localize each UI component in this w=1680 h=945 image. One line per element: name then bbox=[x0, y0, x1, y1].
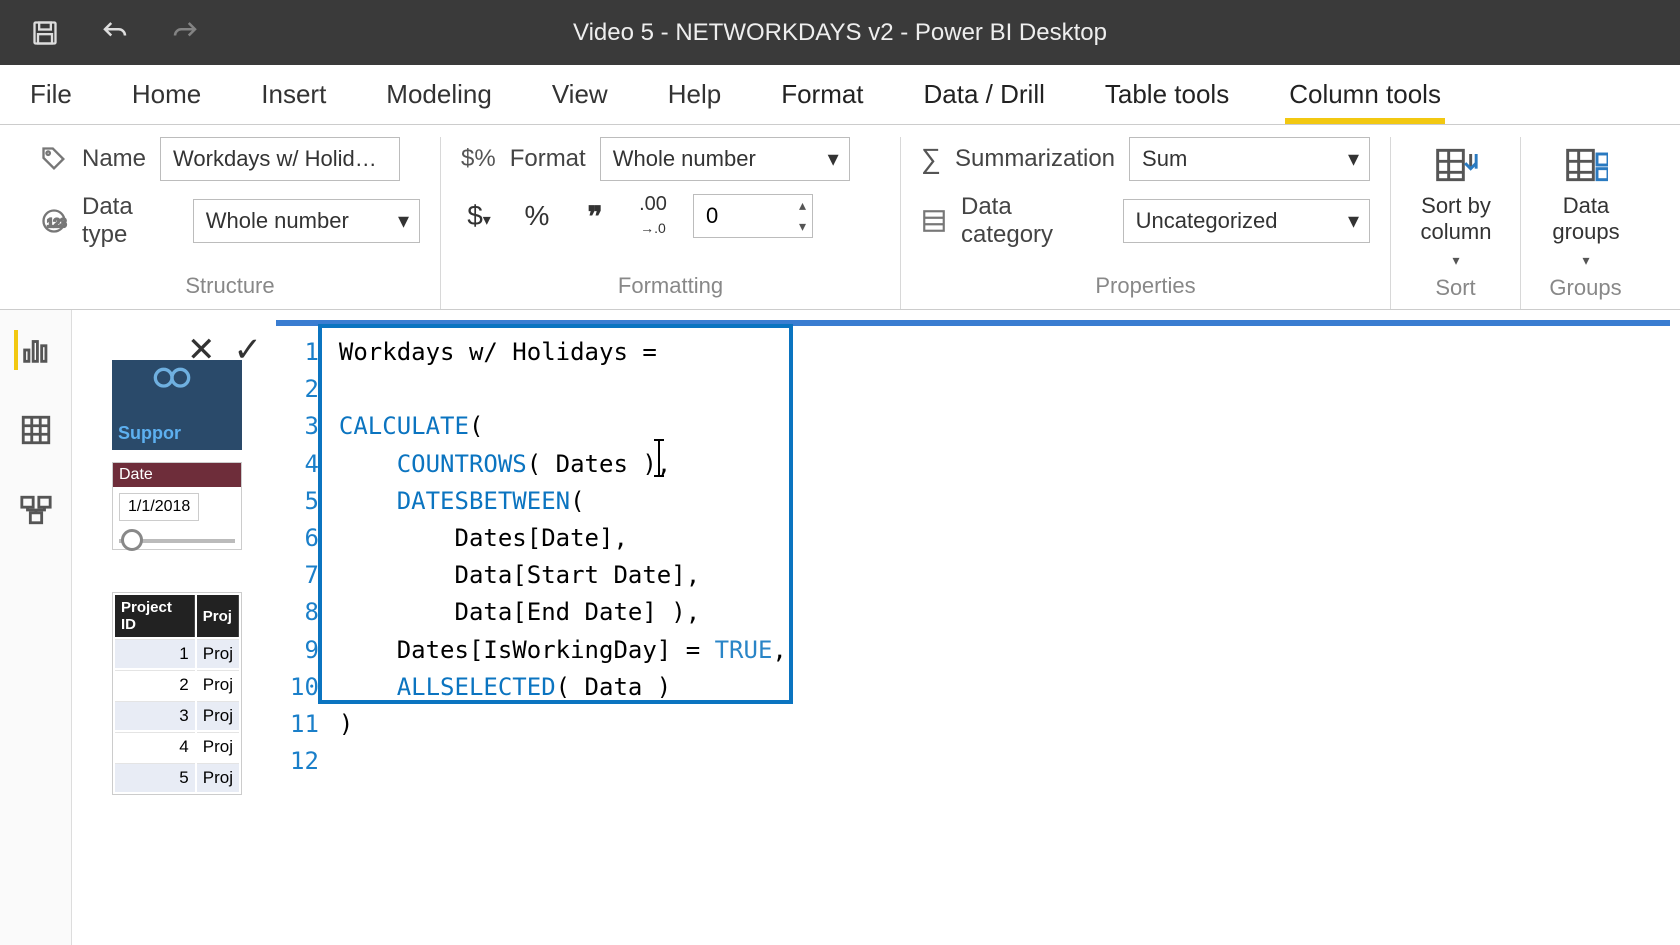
menu-view[interactable]: View bbox=[552, 79, 608, 110]
currency-button[interactable]: $▾ bbox=[461, 200, 497, 232]
table-row[interactable]: 1Proj bbox=[115, 639, 239, 668]
summarization-select[interactable]: Sum ▾ bbox=[1129, 137, 1370, 181]
menu-insert[interactable]: Insert bbox=[261, 79, 326, 110]
slicer-header: Date bbox=[113, 463, 241, 487]
data-type-select[interactable]: Whole number ▾ bbox=[193, 199, 420, 243]
svg-text:123: 123 bbox=[47, 217, 66, 230]
chevron-down-icon: ▾ bbox=[1348, 208, 1359, 234]
slider-thumb[interactable] bbox=[121, 529, 143, 551]
dax-editor[interactable]: 123456789101112 Workdays w/ Holidays = C… bbox=[276, 320, 1670, 788]
window-title: Video 5 - NETWORKDAYS v2 - Power BI Desk… bbox=[573, 19, 1107, 47]
chevron-down-icon: ▾ bbox=[1452, 252, 1459, 269]
data-view-icon[interactable] bbox=[16, 410, 56, 450]
chevron-down-icon: ▾ bbox=[828, 146, 839, 172]
format-icon: $% bbox=[461, 145, 496, 173]
data-type-label: Data type bbox=[82, 193, 179, 249]
code-area[interactable]: Workdays w/ Holidays = CALCULATE( COUNTR… bbox=[329, 326, 797, 788]
sort-by-column-button[interactable]: Sort by column ▾ bbox=[1411, 137, 1501, 269]
data-category-select[interactable]: Uncategorized ▾ bbox=[1123, 199, 1370, 243]
menu-table-tools[interactable]: Table tools bbox=[1105, 79, 1229, 110]
menu-data-drill[interactable]: Data / Drill bbox=[924, 79, 1045, 110]
redo-icon[interactable] bbox=[170, 18, 200, 48]
line-gutter: 123456789101112 bbox=[276, 326, 329, 788]
menu-help[interactable]: Help bbox=[668, 79, 721, 110]
percent-button[interactable]: % bbox=[519, 200, 555, 232]
group-formatting-label: Formatting bbox=[461, 267, 880, 309]
menu-file[interactable]: File bbox=[30, 79, 72, 110]
menu-modeling[interactable]: Modeling bbox=[386, 79, 492, 110]
ribbon: Name Workdays w/ Holid… 123 Data type Wh… bbox=[0, 125, 1680, 310]
support-card: Suppor bbox=[112, 360, 242, 450]
data-type-icon: 123 bbox=[40, 207, 68, 235]
chevron-down-icon: ▾ bbox=[1582, 252, 1589, 269]
table-header[interactable]: Project ID bbox=[115, 595, 195, 637]
spinner-down-icon[interactable]: ▾ bbox=[799, 218, 806, 235]
format-label: Format bbox=[510, 145, 586, 173]
project-table[interactable]: Project IDProj 1Proj2Proj3Proj4Proj5Proj bbox=[112, 592, 242, 795]
report-canvas: ✕ ✓ 123456789101112 Workdays w/ Holidays… bbox=[72, 310, 1680, 945]
model-view-icon[interactable] bbox=[16, 490, 56, 530]
menu-column-tools[interactable]: Column tools bbox=[1289, 79, 1441, 110]
table-header[interactable]: Proj bbox=[197, 595, 239, 637]
slicer-slider[interactable] bbox=[119, 539, 235, 543]
group-structure-label: Structure bbox=[40, 267, 420, 309]
menu-bar: File Home Insert Modeling View Help Form… bbox=[0, 65, 1680, 125]
slicer-start-date[interactable]: 1/1/2018 bbox=[119, 493, 199, 521]
summarization-label: Summarization bbox=[955, 145, 1115, 173]
data-groups-button[interactable]: Data groups ▾ bbox=[1541, 137, 1631, 269]
date-slicer[interactable]: Date 1/1/2018 bbox=[112, 462, 242, 550]
obscured-visuals: Suppor Date 1/1/2018 Project IDProj 1Pro… bbox=[112, 360, 242, 795]
format-select[interactable]: Whole number ▾ bbox=[600, 137, 850, 181]
group-properties-label: Properties bbox=[921, 267, 1370, 309]
menu-home[interactable]: Home bbox=[132, 79, 201, 110]
group-groups-label: Groups bbox=[1541, 269, 1630, 311]
thousands-separator-button[interactable]: ❞ bbox=[577, 200, 613, 233]
chevron-down-icon: ▾ bbox=[1348, 146, 1359, 172]
formula-bar: ✕ ✓ 123456789101112 Workdays w/ Holidays… bbox=[187, 320, 1670, 788]
report-view-icon[interactable] bbox=[14, 330, 54, 370]
title-bar: Video 5 - NETWORKDAYS v2 - Power BI Desk… bbox=[0, 0, 1680, 65]
group-sort-label: Sort bbox=[1411, 269, 1500, 311]
menu-format[interactable]: Format bbox=[781, 79, 863, 110]
tag-icon bbox=[40, 145, 68, 173]
chevron-down-icon: ▾ bbox=[398, 208, 409, 234]
view-rail bbox=[0, 310, 72, 945]
table-row[interactable]: 4Proj bbox=[115, 732, 239, 761]
name-label: Name bbox=[82, 145, 146, 173]
data-category-icon bbox=[921, 208, 947, 234]
sigma-icon: ∑ bbox=[921, 143, 941, 175]
save-icon[interactable] bbox=[30, 18, 60, 48]
table-row[interactable]: 5Proj bbox=[115, 763, 239, 792]
data-category-label: Data category bbox=[961, 193, 1109, 249]
undo-icon[interactable] bbox=[100, 18, 130, 48]
text-cursor bbox=[648, 438, 670, 483]
spinner-up-icon[interactable]: ▴ bbox=[799, 197, 806, 214]
decimal-auto-button[interactable]: .00→.0 bbox=[635, 193, 671, 239]
name-input[interactable]: Workdays w/ Holid… bbox=[160, 137, 400, 181]
table-row[interactable]: 3Proj bbox=[115, 701, 239, 730]
table-row[interactable]: 2Proj bbox=[115, 670, 239, 699]
decimal-places-spinner[interactable]: 0 ▴▾ bbox=[693, 194, 813, 238]
